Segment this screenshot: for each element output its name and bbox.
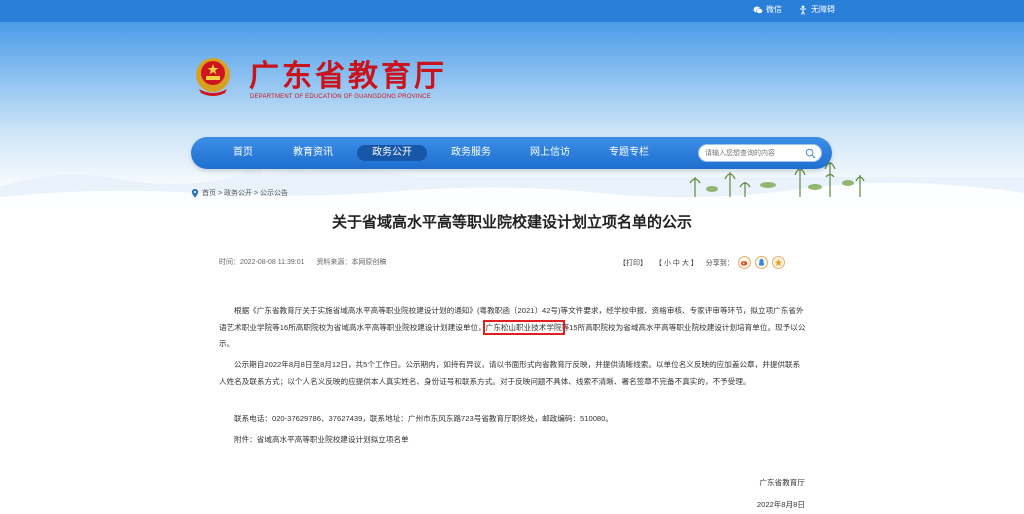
page-title: 关于省域高水平高等职业院校建设计划立项名单的公示 bbox=[331, 214, 692, 231]
nav-item-online-petition[interactable]: 网上信访 bbox=[526, 145, 574, 161]
font-size-switcher[interactable]: 【 小 中 大 】 bbox=[655, 258, 698, 268]
share-qzone-icon[interactable] bbox=[754, 256, 768, 269]
national-emblem-icon bbox=[196, 58, 230, 96]
article-date: 2022年8月8日 bbox=[756, 500, 805, 509]
share-label: 分享到： bbox=[705, 259, 734, 267]
wechat-label: 微信 bbox=[766, 5, 782, 14]
breadcrumb: 首页 > 政务公开 > 公示公告 bbox=[191, 188, 288, 198]
nav-item-government-affairs[interactable]: 政务公开 bbox=[357, 145, 427, 161]
share-favorite-icon[interactable] bbox=[771, 256, 785, 269]
share-weibo-icon[interactable] bbox=[737, 256, 751, 269]
nav-item-special-topics[interactable]: 专题专栏 bbox=[605, 145, 653, 161]
article-paragraph-contact: 联系电话：020-37629786、37627439，联系地址：广州市东风东路7… bbox=[234, 414, 613, 423]
article-source: 资料来源：本网原创稿 bbox=[316, 259, 387, 266]
header-banner: 广东省教育厅 DEPARTMENT OF EDUCATION OF GUANGD… bbox=[0, 22, 1024, 207]
search-box bbox=[698, 144, 822, 162]
wechat-icon bbox=[753, 6, 763, 14]
accessibility-icon bbox=[800, 5, 806, 15]
accessibility-label: 无障碍 bbox=[811, 5, 835, 14]
accessibility-link[interactable]: 无障碍 bbox=[798, 4, 835, 15]
search-input[interactable] bbox=[705, 147, 801, 160]
search-icon[interactable] bbox=[805, 148, 816, 159]
article-tools: 【打印】 【 小 中 大 】 分享到： bbox=[619, 256, 785, 269]
publish-time: 时间：2022-08-08 11:39:01 bbox=[219, 259, 305, 266]
wechat-link[interactable]: 微信 bbox=[753, 4, 782, 15]
article-paragraph-1: 根据《广东省教育厅关于实施省域高水平高等职业院校建设计划的通知》(粤教职函〔20… bbox=[219, 303, 807, 353]
nav-item-government-services[interactable]: 政务服务 bbox=[447, 145, 495, 161]
print-link[interactable]: 【打印】 bbox=[619, 258, 647, 268]
article-meta: 时间：2022-08-08 11:39:01 资料来源：本网原创稿 bbox=[219, 257, 396, 267]
article-paragraph-2: 公示期自2022年8月8日至8月12日，共5个工作日。公示期内，如持有异议，请以… bbox=[219, 360, 801, 386]
nav-item-education-news[interactable]: 教育资讯 bbox=[289, 145, 337, 161]
highlighted-college-name: 广东松山职业技术学院 bbox=[482, 319, 565, 335]
location-pin-icon bbox=[191, 188, 199, 198]
article-signer: 广东省教育厅 bbox=[759, 478, 805, 487]
attachment-link[interactable]: 附件：省域高水平高等职业院校建设计划拟立项名单 bbox=[219, 432, 807, 449]
top-utility-bar: 微信 无障碍 bbox=[0, 0, 1024, 22]
nav-item-home[interactable]: 首页 bbox=[221, 145, 265, 161]
site-subtitle: DEPARTMENT OF EDUCATION OF GUANGDONG PRO… bbox=[250, 94, 431, 100]
breadcrumb-text[interactable]: 首页 > 政务公开 > 公示公告 bbox=[202, 188, 288, 198]
site-title: 广东省教育厅 bbox=[249, 59, 447, 94]
